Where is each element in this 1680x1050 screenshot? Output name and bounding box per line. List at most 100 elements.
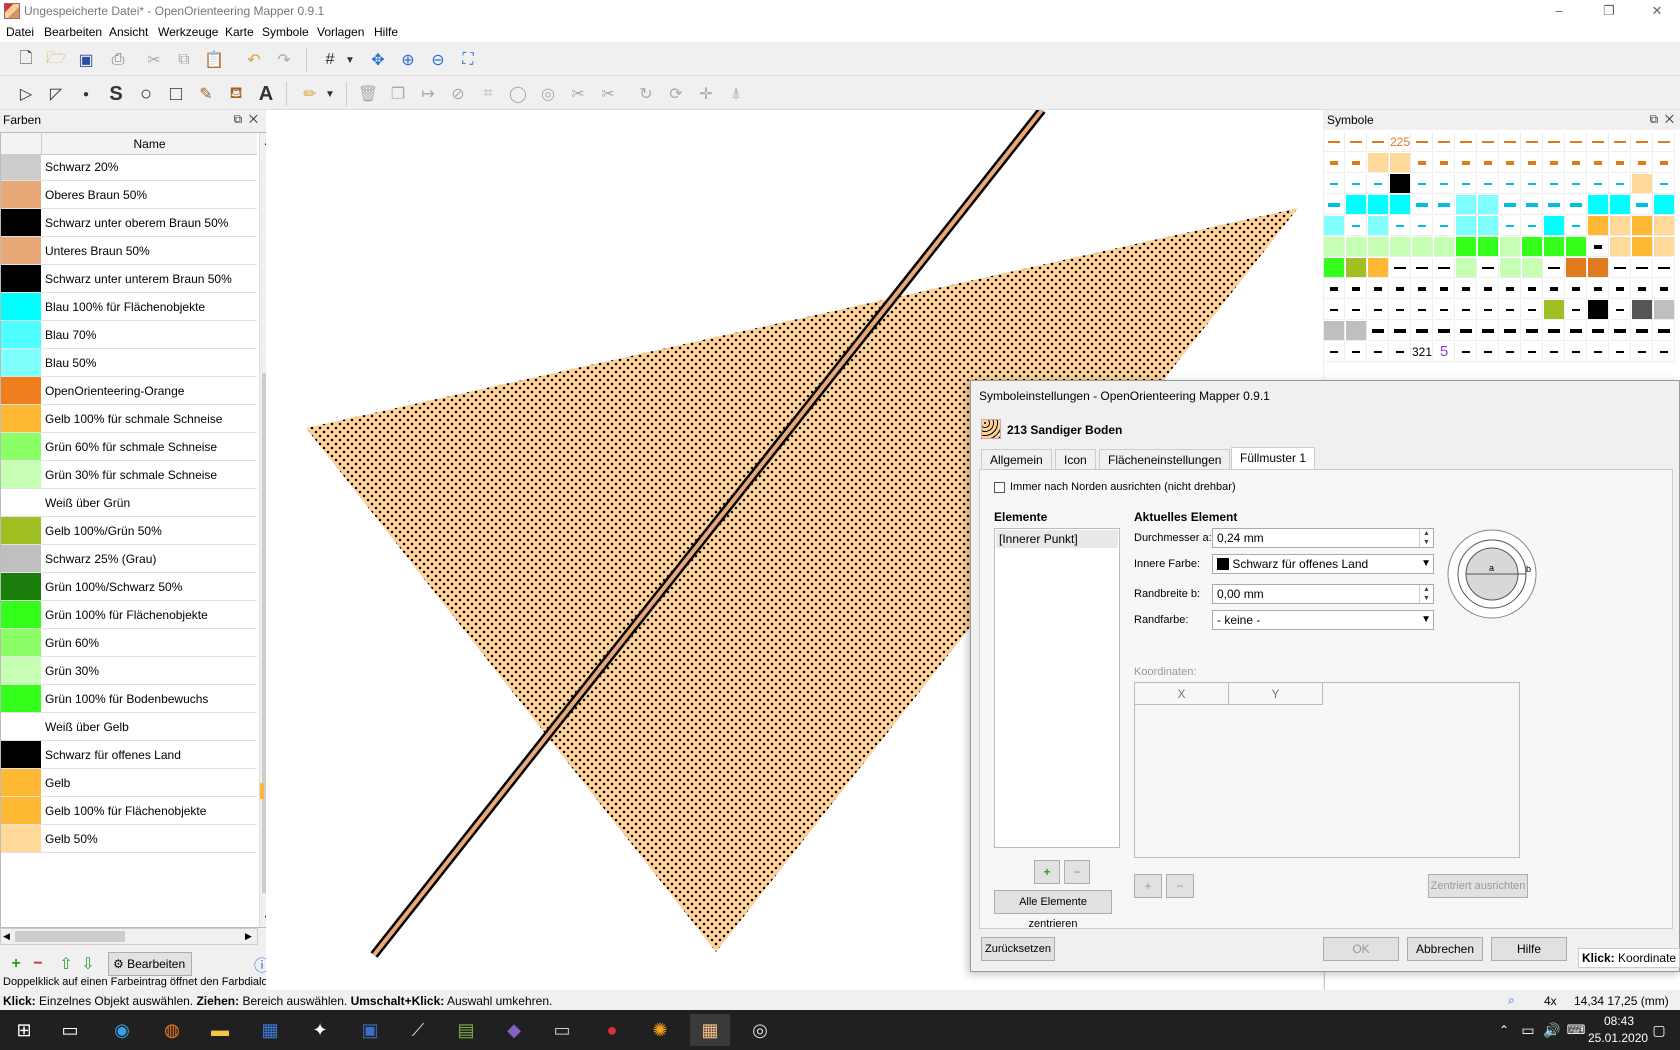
symbol-cell[interactable] <box>1588 132 1609 152</box>
tray-chevron-icon[interactable]: ⌃ <box>1492 1014 1516 1046</box>
symbol-cell[interactable] <box>1478 153 1499 173</box>
symbol-cell[interactable] <box>1566 174 1587 194</box>
close-icon[interactable]: ✕ <box>249 112 258 126</box>
app-icon-3[interactable]: ▣ <box>350 1014 390 1046</box>
symbol-cell[interactable] <box>1390 153 1411 173</box>
color-row[interactable]: Gelb 100% für Flächenobjekte <box>1 797 257 825</box>
symbol-cell[interactable] <box>1632 258 1653 278</box>
symbol-cell[interactable] <box>1478 342 1499 362</box>
draw-point-icon[interactable]: ● <box>74 82 98 106</box>
symbol-cell[interactable] <box>1522 258 1543 278</box>
symbol-cell[interactable] <box>1368 174 1389 194</box>
menu-ansicht[interactable]: Ansicht <box>109 25 148 39</box>
symbol-cell[interactable] <box>1434 132 1455 152</box>
symbol-cell[interactable] <box>1522 195 1543 215</box>
symbol-cell[interactable] <box>1324 237 1345 257</box>
symbol-cell[interactable]: 225 <box>1390 132 1411 152</box>
symbol-cell[interactable] <box>1566 195 1587 215</box>
symbol-cell[interactable] <box>1588 342 1609 362</box>
symbol-cell[interactable] <box>1500 216 1521 236</box>
symbol-cell[interactable]: 321 <box>1412 342 1433 362</box>
symbol-cell[interactable] <box>1324 342 1345 362</box>
scale-icon[interactable]: ✛ <box>694 82 718 106</box>
color-row[interactable]: Schwarz für offenes Land <box>1 741 257 769</box>
symbol-cell[interactable] <box>1500 237 1521 257</box>
symbol-cell[interactable] <box>1456 195 1477 215</box>
symbol-cell[interactable] <box>1434 321 1455 341</box>
symbol-cell[interactable] <box>1610 216 1631 236</box>
symbol-cell[interactable] <box>1478 300 1499 320</box>
symbol-cell[interactable] <box>1346 342 1367 362</box>
zoom-out-icon[interactable]: ⊖ <box>426 48 450 72</box>
symbol-cell[interactable] <box>1632 342 1653 362</box>
color-row[interactable]: Schwarz 20% <box>1 153 257 181</box>
symbol-cell[interactable] <box>1390 237 1411 257</box>
elemente-item[interactable]: [Innerer Punkt] <box>996 530 1118 548</box>
draw-rectangle-icon[interactable]: □ <box>164 82 188 106</box>
symbol-cell[interactable] <box>1412 258 1433 278</box>
color-row[interactable]: Grün 100%/Schwarz 50% <box>1 573 257 601</box>
north-checkbox[interactable] <box>994 482 1005 493</box>
grid-dropdown-icon[interactable]: ▼ <box>338 48 362 72</box>
symbol-cell[interactable] <box>1500 195 1521 215</box>
symbol-cell[interactable] <box>1544 279 1565 299</box>
symbol-cell[interactable] <box>1654 174 1675 194</box>
symbol-cell[interactable] <box>1368 132 1389 152</box>
tab-flaecheneinstellungen[interactable]: Flächeneinstellungen <box>1099 449 1231 469</box>
fill-icon[interactable]: ⛾ <box>224 82 248 106</box>
randbreite-input[interactable]: 0,00 mm ▲ ▼ <box>1212 584 1434 604</box>
symbol-cell[interactable] <box>1390 321 1411 341</box>
randfarbe-combo[interactable]: - keine - ▼ <box>1212 610 1434 630</box>
measure-icon[interactable]: ⍋ <box>724 82 748 106</box>
app-icon-4[interactable]: ⟋ <box>398 1014 438 1046</box>
draw-text-icon[interactable]: A <box>254 82 278 106</box>
symbol-cell[interactable] <box>1588 279 1609 299</box>
symbol-cell[interactable] <box>1632 216 1653 236</box>
float-icon[interactable]: ⧉ <box>1650 112 1659 126</box>
symbol-cell[interactable] <box>1456 153 1477 173</box>
symbol-cell[interactable] <box>1500 300 1521 320</box>
minimize-button[interactable]: – <box>1536 0 1582 22</box>
draw-freehand-icon[interactable]: ✎ <box>194 82 218 106</box>
start-icon[interactable]: ⊞ <box>4 1014 44 1046</box>
move-down-icon[interactable]: ⇩ <box>76 952 100 976</box>
color-row[interactable]: Weiß über Grün <box>1 489 257 517</box>
boolean-union-icon[interactable]: ◯ <box>506 82 530 106</box>
symbol-cell[interactable] <box>1434 153 1455 173</box>
symbol-cell[interactable] <box>1522 174 1543 194</box>
symbol-cell[interactable] <box>1368 195 1389 215</box>
add-coordinate-button[interactable]: + <box>1134 874 1162 898</box>
symbol-cell[interactable] <box>1412 300 1433 320</box>
symbol-cell[interactable] <box>1566 279 1587 299</box>
color-row[interactable]: Grün 30% <box>1 657 257 685</box>
symbol-cell[interactable] <box>1566 300 1587 320</box>
symbol-cell[interactable] <box>1412 237 1433 257</box>
symbol-cell[interactable] <box>1368 342 1389 362</box>
symbol-cell[interactable] <box>1522 300 1543 320</box>
symbol-cell[interactable] <box>1390 195 1411 215</box>
symbol-cell[interactable] <box>1632 153 1653 173</box>
bearbeiten-button[interactable]: ⚙ Bearbeiten <box>108 952 192 976</box>
maximize-button[interactable]: ❐ <box>1586 0 1632 22</box>
color-row[interactable]: Gelb 50% <box>1 825 257 853</box>
symbol-cell[interactable] <box>1544 342 1565 362</box>
symbol-cell[interactable] <box>1456 174 1477 194</box>
colors-horizontal-scrollbar[interactable]: ◀ ▶ <box>0 928 258 945</box>
symbol-cell[interactable] <box>1610 342 1631 362</box>
abbrechen-button[interactable]: Abbrechen <box>1407 937 1483 961</box>
color-row[interactable]: Weiß über Gelb <box>1 713 257 741</box>
menu-symbole[interactable]: Symbole <box>262 25 309 39</box>
symbol-cell[interactable] <box>1654 258 1675 278</box>
symbol-cell[interactable] <box>1522 279 1543 299</box>
symbol-cell[interactable] <box>1324 153 1345 173</box>
menu-vorlagen[interactable]: Vorlagen <box>317 25 364 39</box>
symbol-cell[interactable] <box>1456 342 1477 362</box>
symbol-cell[interactable] <box>1610 237 1631 257</box>
color-row[interactable]: Blau 100% für Flächenobjekte <box>1 293 257 321</box>
symbol-cell[interactable] <box>1566 153 1587 173</box>
zoom-in-icon[interactable]: ⊕ <box>396 48 420 72</box>
symbol-cell[interactable] <box>1390 174 1411 194</box>
zentriert-ausrichten-button[interactable]: Zentriert ausrichten <box>1428 874 1528 898</box>
symbol-cell[interactable] <box>1346 216 1367 236</box>
symbol-cell[interactable] <box>1610 300 1631 320</box>
